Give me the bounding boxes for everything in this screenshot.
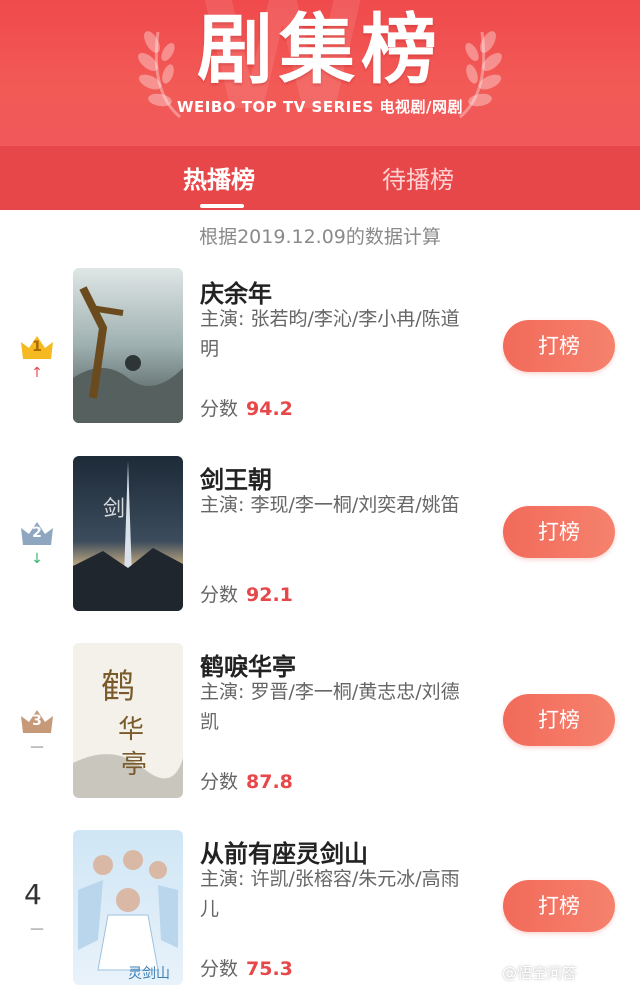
list-item: 1 ↑ 庆余年 主演: 张若昀/李沁/李小冉/陈道明 分数 94.2 打榜 <box>0 266 640 436</box>
page-subtitle: WEIBO TOP TV SERIES 电视剧/网剧 <box>177 98 463 116</box>
tab-hot[interactable]: 热播榜 <box>183 160 255 195</box>
tab-bar: 热播榜 待播榜 <box>0 146 640 210</box>
tab-upcoming[interactable]: 待播榜 <box>382 160 454 195</box>
header-banner: W 剧集榜 WEIBO TOP TV SERIES 电视剧/网剧 <box>0 0 640 146</box>
score: 分数 75.3 <box>200 954 293 981</box>
trend-flat-icon: — <box>30 921 44 937</box>
score-value: 87.8 <box>246 771 293 793</box>
svg-text:鹤: 鹤 <box>101 667 135 707</box>
bronze-crown-icon: 3 <box>20 708 54 734</box>
score: 分数 94.2 <box>200 394 293 421</box>
vote-button[interactable]: 打榜 <box>503 320 615 372</box>
vote-button[interactable]: 打榜 <box>503 506 615 558</box>
cast-list: 主演: 罗晋/李一桐/黄志忠/刘德凯 <box>200 681 460 733</box>
score-value: 75.3 <box>246 958 293 980</box>
active-tab-indicator <box>200 204 244 208</box>
score-value: 94.2 <box>246 398 293 420</box>
poster-image[interactable]: 鹤 华 亭 <box>73 643 183 798</box>
gold-crown-icon: 1 <box>20 334 54 360</box>
rank-number: 2 <box>32 525 42 541</box>
cast-list: 主演: 李现/李一桐/刘奕君/姚笛 <box>200 494 460 516</box>
poster-image[interactable] <box>73 268 183 423</box>
watermark-text: @悟空问答 <box>502 964 578 982</box>
trend-down-icon: ↓ <box>31 551 43 567</box>
trend-flat-icon: — <box>30 739 44 755</box>
page-title: 剧集榜 <box>197 5 443 94</box>
poster-image[interactable]: 剑 <box>73 456 183 611</box>
rank-number: 1 <box>32 339 42 355</box>
cast-list: 主演: 许凯/张榕容/朱元冰/高雨儿 <box>200 868 460 920</box>
svg-text:剑: 剑 <box>103 497 125 522</box>
score: 分数 92.1 <box>200 580 293 607</box>
vote-button[interactable]: 打榜 <box>503 880 615 932</box>
score-label: 分数 <box>200 398 239 420</box>
trend-up-icon: ↑ <box>31 365 43 381</box>
rank-number: 3 <box>32 713 42 729</box>
score-value: 92.1 <box>246 584 293 606</box>
svg-text:灵剑山: 灵剑山 <box>128 966 170 982</box>
silver-crown-icon: 2 <box>20 520 54 546</box>
score: 分数 87.8 <box>200 767 293 794</box>
score-label: 分数 <box>200 771 239 793</box>
cast-list: 主演: 张若昀/李沁/李小冉/陈道明 <box>200 308 460 360</box>
svg-text:亭: 亭 <box>121 750 147 780</box>
svg-text:华: 华 <box>118 715 144 745</box>
vote-button[interactable]: 打榜 <box>503 694 615 746</box>
score-label: 分数 <box>200 958 239 980</box>
poster-image[interactable]: 灵剑山 <box>73 830 183 985</box>
data-date-notice: 根据2019.12.09的数据计算 <box>199 226 441 248</box>
list-item: 2 ↓ 剑 剑王朝 主演: 李现/李一桐/刘奕君/姚笛 分数 92.1 打榜 <box>0 454 640 624</box>
rank-number: 4 <box>24 878 42 911</box>
score-label: 分数 <box>200 584 239 606</box>
list-item: 3 — 鹤 华 亭 鹤唳华亭 主演: 罗晋/李一桐/黄志忠/刘德凯 分数 87.8… <box>0 641 640 811</box>
